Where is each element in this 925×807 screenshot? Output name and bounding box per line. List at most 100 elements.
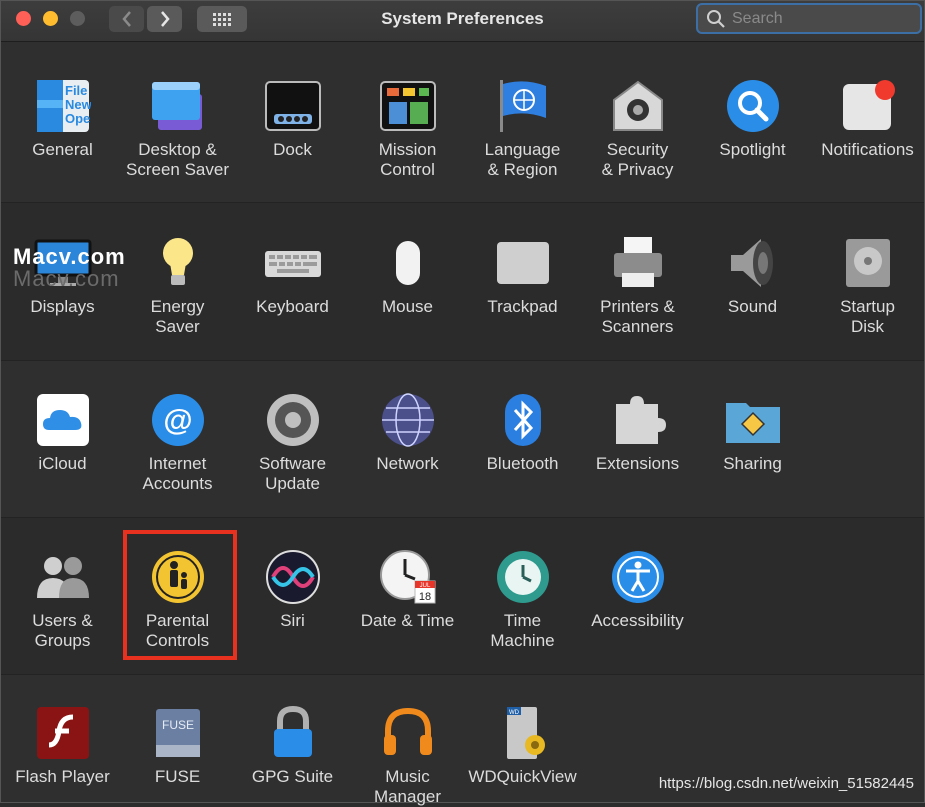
pref-label: Energy Saver — [150, 297, 205, 336]
pref-software-update[interactable]: Software Update — [235, 390, 350, 494]
pref-gpg-suite[interactable]: GPG Suite — [235, 703, 350, 787]
headphones-icon — [383, 707, 432, 755]
credit-text: https://blog.csdn.net/weixin_51582445 — [658, 775, 914, 792]
pref-network[interactable]: Network — [350, 390, 465, 474]
pref-fuse[interactable]: FUSE FUSE — [120, 703, 235, 787]
pref-extensions[interactable]: Extensions — [580, 390, 695, 474]
pref-label: WDQuickView — [468, 767, 577, 786]
pref-label: Software Update — [258, 454, 327, 493]
pref-notifications[interactable]: Notifications — [810, 76, 925, 160]
pref-language-region[interactable]: Language & Region — [465, 76, 580, 180]
pref-label: Music Manager — [373, 767, 442, 806]
pref-label: Language & Region — [484, 140, 561, 179]
pref-trackpad[interactable]: Trackpad — [465, 233, 580, 317]
system-preferences-window: System Preferences FileNewOpe General De… — [0, 0, 925, 806]
notifications-icon — [842, 80, 895, 130]
pref-time-machine[interactable]: Time Machine — [465, 547, 580, 651]
svg-text:@: @ — [163, 404, 192, 437]
pref-date-time[interactable]: JUL 18 Date & Time — [350, 547, 465, 631]
pref-label: Extensions — [595, 454, 680, 473]
pref-sharing[interactable]: Sharing — [695, 390, 810, 474]
search-icon — [707, 9, 725, 28]
search-field[interactable] — [696, 3, 922, 34]
pref-label: Accessibility — [591, 611, 684, 630]
users-icon — [36, 557, 89, 598]
pref-label: Users & Groups — [32, 611, 93, 650]
pref-mission-control[interactable]: Mission Control — [350, 76, 465, 180]
pref-music-manager[interactable]: Music Manager — [350, 703, 465, 807]
pref-label: Desktop & Screen Saver — [126, 140, 229, 179]
pref-internet-accounts[interactable]: @ Internet Accounts — [120, 390, 235, 494]
pref-label: Sound — [727, 297, 778, 316]
pref-general[interactable]: File New Ope General — [5, 76, 120, 160]
pref-startup-disk[interactable]: Startup Disk — [810, 233, 925, 337]
fuse-icon-text: FUSE — [161, 718, 193, 732]
disk-icon — [845, 239, 890, 287]
mouse-icon — [395, 241, 420, 285]
pref-printers-scanners[interactable]: Printers & Scanners — [580, 233, 695, 337]
general-icon: File New Ope — [36, 80, 91, 132]
gear-icon — [266, 394, 319, 446]
pref-spotlight[interactable]: Spotlight — [695, 76, 810, 160]
pref-mouse[interactable]: Mouse — [350, 233, 465, 317]
pref-flash-player[interactable]: Flash Player — [5, 703, 120, 787]
pref-label: Security & Privacy — [601, 140, 674, 179]
pref-label: GPG Suite — [251, 767, 334, 786]
trackpad-icon — [496, 242, 549, 284]
globe-icon — [381, 393, 434, 447]
search-input[interactable] — [728, 9, 912, 28]
accessibility-icon — [611, 551, 664, 603]
pref-label: Internet Accounts — [142, 454, 213, 493]
pref-label: Notifications — [821, 140, 914, 159]
spotlight-icon — [726, 80, 779, 132]
pref-sound[interactable]: Sound — [695, 233, 810, 317]
pref-label: FUSE — [154, 767, 201, 786]
wd-icon: WD — [506, 707, 545, 759]
pref-label: Bluetooth — [486, 454, 559, 473]
pref-label: Printers & Scanners — [600, 297, 675, 336]
pref-dock[interactable]: Dock — [235, 76, 350, 160]
pref-label: Spotlight — [719, 140, 786, 159]
mission-control-icon — [379, 81, 436, 131]
language-icon — [499, 80, 546, 132]
clock-icon: JUL 18 — [379, 550, 435, 604]
pref-icloud[interactable]: iCloud — [5, 390, 120, 474]
general-icon-text-file: File New Ope — [65, 83, 91, 126]
icloud-icon — [36, 394, 89, 446]
pref-energy-saver[interactable]: Energy Saver — [120, 233, 235, 337]
pref-wdquickview[interactable]: WD WDQuickView — [465, 703, 580, 787]
keyboard-icon — [264, 251, 321, 277]
pref-label: Flash Player — [15, 767, 110, 786]
pref-label: Keyboard — [256, 297, 329, 316]
lightbulb-icon — [162, 238, 193, 285]
speaker-icon — [730, 239, 773, 287]
house-icon — [612, 80, 663, 131]
pref-label: General — [32, 140, 93, 159]
calendar-day-text: 18 — [418, 591, 430, 603]
pref-label: Time Machine — [490, 611, 555, 650]
pref-label: Startup Disk — [840, 297, 895, 336]
pref-label: Displays — [30, 297, 95, 316]
pref-users-groups[interactable]: Users & Groups — [5, 547, 120, 651]
pref-accessibility[interactable]: Accessibility — [580, 547, 695, 631]
pref-label: Network — [376, 454, 439, 473]
pref-label: Date & Time — [360, 611, 455, 630]
pref-bluetooth[interactable]: Bluetooth — [465, 390, 580, 474]
pref-desktop-screen-saver[interactable]: Desktop & Screen Saver — [120, 76, 235, 180]
pref-keyboard[interactable]: Keyboard — [235, 233, 350, 317]
pref-label: Mission Control — [378, 140, 437, 179]
watermark: Macv.com — [13, 244, 126, 269]
wd-icon-text: WD — [509, 710, 520, 716]
highlight-box — [123, 530, 237, 660]
desktop-icon — [151, 82, 202, 130]
pref-label: Mouse — [381, 297, 434, 316]
puzzle-icon — [615, 396, 666, 444]
siri-icon — [265, 550, 320, 604]
pref-siri[interactable]: Siri — [235, 547, 350, 631]
time-machine-icon — [496, 551, 549, 603]
pref-label: Sharing — [723, 454, 782, 473]
calendar-month-text: JUL — [419, 583, 430, 589]
titlebar: System Preferences — [1, 1, 924, 42]
pref-security-privacy[interactable]: Security & Privacy — [580, 76, 695, 180]
lock-icon — [273, 705, 312, 757]
